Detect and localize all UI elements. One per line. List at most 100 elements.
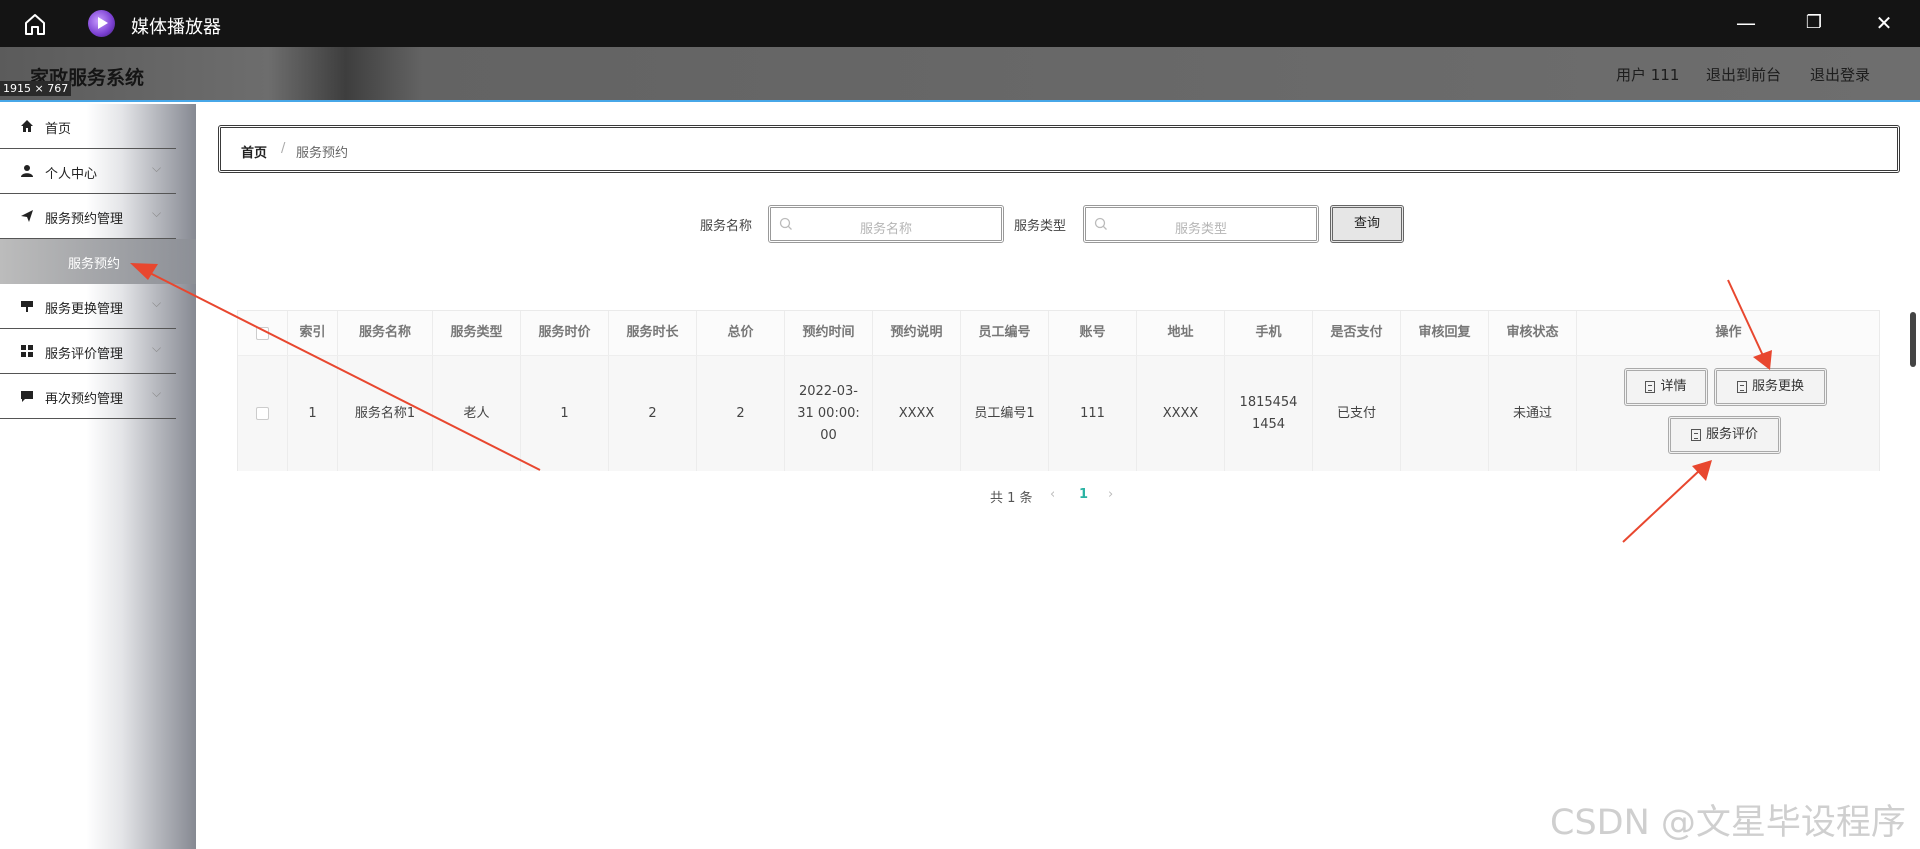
- sidebar-item-label: 首页: [45, 122, 72, 137]
- column-header: 员工编号: [961, 311, 1049, 355]
- column-header: 服务时长: [609, 311, 697, 355]
- maximize-button[interactable]: ❐: [1801, 10, 1827, 36]
- table-cell: 1: [521, 356, 609, 471]
- service-name-input[interactable]: 服务名称: [768, 205, 1004, 243]
- row-checkbox[interactable]: [256, 407, 269, 420]
- chevron-down-icon: ⌵: [152, 386, 162, 400]
- column-header: 账号: [1049, 311, 1137, 355]
- service-type-label: 服务类型: [1014, 219, 1067, 234]
- window-title: 媒体播放器: [131, 17, 221, 38]
- document-icon: [1736, 381, 1747, 393]
- watermark-text: CSDN @文星毕设程序: [1550, 803, 1906, 843]
- grid-icon: [21, 345, 33, 357]
- pagination-total: 共 1 条: [990, 491, 1033, 506]
- sidebar-item-home[interactable]: 首页: [0, 104, 176, 149]
- sidebar-item-label: 再次预约管理: [45, 392, 124, 407]
- actions-cell: 详情 服务更换 服务评价: [1577, 356, 1880, 471]
- pagination-page[interactable]: 1: [1079, 487, 1088, 502]
- detail-button[interactable]: 详情: [1624, 368, 1708, 406]
- service-replace-button-label: 服务更换: [1751, 379, 1804, 394]
- column-header: 是否支付: [1313, 311, 1401, 355]
- service-replace-button[interactable]: 服务更换: [1714, 368, 1827, 406]
- column-header: 服务时价: [521, 311, 609, 355]
- service-evaluate-button-label: 服务评价: [1705, 427, 1758, 442]
- breadcrumb-home[interactable]: 首页: [241, 142, 267, 161]
- chat-icon: [21, 391, 33, 402]
- select-all-checkbox[interactable]: [256, 326, 269, 340]
- query-button[interactable]: 查询: [1330, 205, 1404, 243]
- size-readout: 1915 × 767: [0, 81, 72, 96]
- scrollbar-thumb[interactable]: [1910, 312, 1916, 367]
- document-icon: [1645, 381, 1656, 393]
- chevron-down-icon: ⌵: [152, 296, 162, 310]
- detail-button-label: 详情: [1660, 379, 1687, 394]
- table-cell: XXXX: [873, 356, 961, 471]
- sidebar-subitem-label: 服务预约: [68, 257, 121, 272]
- breadcrumb: 首页 / 服务预约: [218, 125, 1900, 173]
- sidebar-item-appointment-mgmt[interactable]: 服务预约管理 ⌵: [0, 194, 176, 239]
- exit-to-front-link[interactable]: 退出到前台: [1706, 64, 1781, 85]
- column-header: 地址: [1137, 311, 1225, 355]
- sidebar-item-label: 服务评价管理: [45, 347, 124, 362]
- service-evaluate-button[interactable]: 服务评价: [1668, 416, 1781, 454]
- sidebar: 首页 个人中心 ⌵ 服务预约管理 ⌵ 服务预约 服务更换管理 ⌵ 服务评价管理 …: [0, 104, 196, 849]
- window-titlebar: 媒体播放器 — ❐ ✕: [0, 0, 1920, 47]
- pagination-next[interactable]: ›: [1108, 487, 1113, 502]
- breadcrumb-separator: /: [281, 141, 286, 156]
- sidebar-item-rebook-mgmt[interactable]: 再次预约管理 ⌵: [0, 374, 176, 419]
- select-all-cell[interactable]: [238, 311, 288, 355]
- table-cell: 未通过: [1489, 356, 1577, 471]
- column-header: 审核回复: [1401, 311, 1489, 355]
- site-header: 家政服务系统 1915 × 767 用户 111 退出到前台 退出登录: [0, 47, 1920, 102]
- table-row: 1 服务名称1 老人 1 2 2 2022-03-31 00:00:00 XXX…: [238, 356, 1879, 471]
- service-type-placeholder: 服务类型: [1174, 222, 1227, 237]
- appointment-table: 索引 服务名称 服务类型 服务时价 服务时长 总价 预约时间 预约说明 员工编号…: [237, 310, 1880, 471]
- media-player-app-icon: [88, 10, 115, 37]
- column-header: 操作: [1715, 325, 1742, 340]
- row-select-cell[interactable]: [238, 356, 288, 471]
- sidebar-item-evaluation-mgmt[interactable]: 服务评价管理 ⌵: [0, 329, 176, 374]
- table-cell: 2022-03-31 00:00:00: [785, 356, 873, 471]
- chevron-down-icon: ⌵: [152, 206, 162, 220]
- column-header: 总价: [697, 311, 785, 355]
- column-header: 服务名称: [338, 311, 433, 355]
- sign-icon: [21, 301, 33, 312]
- service-type-input[interactable]: 服务类型: [1083, 205, 1319, 243]
- document-icon: [1690, 429, 1701, 441]
- sidebar-item-personal-center[interactable]: 个人中心 ⌵: [0, 149, 176, 194]
- logout-link[interactable]: 退出登录: [1810, 64, 1870, 85]
- service-name-placeholder: 服务名称: [859, 222, 912, 237]
- chevron-down-icon: ⌵: [152, 341, 162, 355]
- send-icon: [21, 210, 33, 222]
- column-header: 索引: [288, 311, 338, 355]
- table-cell: [1401, 356, 1489, 471]
- column-header: 审核状态: [1489, 311, 1577, 355]
- table-cell: 服务名称1: [338, 356, 433, 471]
- sidebar-item-replace-mgmt[interactable]: 服务更换管理 ⌵: [0, 284, 176, 329]
- pagination-prev[interactable]: ‹: [1050, 487, 1055, 502]
- table-cell: 2: [697, 356, 785, 471]
- sidebar-item-label: 服务更换管理: [45, 302, 124, 317]
- table-header-row: 索引 服务名称 服务类型 服务时价 服务时长 总价 预约时间 预约说明 员工编号…: [238, 311, 1879, 356]
- chevron-down-icon: ⌵: [152, 161, 162, 175]
- service-name-label: 服务名称: [700, 219, 753, 234]
- breadcrumb-current: 服务预约: [296, 146, 349, 161]
- column-header: 手机: [1225, 311, 1313, 355]
- column-header: 服务类型: [433, 311, 521, 355]
- arrow-to-evaluate-button: [1622, 460, 1712, 543]
- user-label: 用户 111: [1616, 66, 1680, 84]
- table-cell: 已支付: [1313, 356, 1401, 471]
- sidebar-subitem-appointment[interactable]: 服务预约: [0, 239, 196, 284]
- table-cell: 111: [1049, 356, 1137, 471]
- minimize-button[interactable]: —: [1733, 10, 1759, 36]
- user-icon: [21, 165, 33, 177]
- table-cell: 员工编号1: [961, 356, 1049, 471]
- table-cell: 2: [609, 356, 697, 471]
- column-header: 预约说明: [873, 311, 961, 355]
- close-button[interactable]: ✕: [1871, 10, 1897, 36]
- sidebar-item-label: 个人中心: [45, 167, 98, 182]
- table-cell: 1: [288, 356, 338, 471]
- table-cell: XXXX: [1137, 356, 1225, 471]
- home-icon[interactable]: [22, 11, 48, 37]
- column-header: 预约时间: [785, 311, 873, 355]
